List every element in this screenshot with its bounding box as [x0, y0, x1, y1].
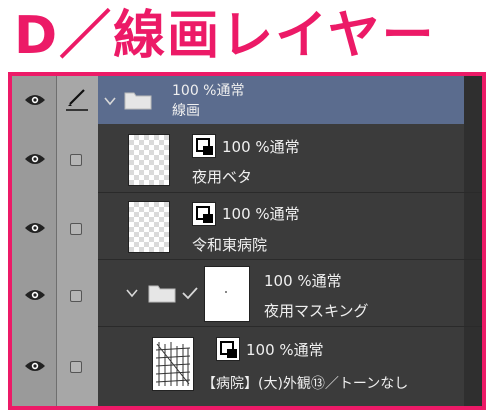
- lock-checkbox[interactable]: [70, 290, 82, 302]
- selected-row-highlight: [98, 76, 464, 124]
- layer-name: 夜用ベタ: [192, 168, 253, 186]
- layer-name: 夜用マスキング: [264, 302, 369, 320]
- lock-checkbox[interactable]: [70, 223, 82, 235]
- layer-panel: 100 %通常 線画 100 %通常 夜用ベタ 100 %通常 令和東病院 10…: [8, 72, 486, 410]
- raster-layer-icon: [216, 337, 240, 361]
- layer-mode: 100 %通常: [222, 205, 300, 223]
- mask-thumbnail: [204, 266, 250, 322]
- page-heading: D／線画レイヤー: [14, 6, 436, 66]
- lock-checkbox[interactable]: [70, 154, 82, 166]
- layer-mode: 100 %通常: [264, 272, 342, 290]
- raster-layer-icon: [192, 134, 216, 158]
- layer-mode: 100 %通常: [222, 138, 300, 156]
- chevron-down-icon[interactable]: [104, 96, 116, 106]
- pen-icon[interactable]: [64, 86, 90, 112]
- layer-row-reiwa[interactable]: 100 %通常 令和東病院: [12, 193, 464, 259]
- layer-thumbnail: [128, 134, 170, 186]
- layer-thumbnail: [128, 201, 170, 253]
- eye-icon[interactable]: [24, 288, 46, 302]
- building-sketch-thumbnail: [152, 337, 194, 391]
- layer-row-yoru-mask[interactable]: 100 %通常 夜用マスキング: [12, 260, 464, 326]
- folder-icon: [148, 285, 176, 303]
- layer-name: 令和東病院: [192, 236, 268, 254]
- layer-row-yoru-beta[interactable]: 100 %通常 夜用ベタ: [12, 124, 464, 192]
- layer-row-byoin[interactable]: 100 %通常 【病院】(大)外観⑬／トーンなし: [12, 327, 464, 406]
- eye-icon[interactable]: [24, 359, 46, 373]
- layer-mode: 100 %通常: [172, 83, 245, 99]
- layer-row-folder-lineart[interactable]: 100 %通常 線画: [12, 76, 464, 124]
- layer-name: 【病院】(大)外観⑬／トーンなし: [202, 376, 409, 392]
- chevron-down-icon[interactable]: [126, 288, 138, 298]
- raster-layer-icon: [192, 202, 216, 226]
- check-icon[interactable]: [182, 286, 198, 300]
- scrollbar[interactable]: [464, 76, 482, 406]
- eye-icon[interactable]: [24, 221, 46, 235]
- lock-checkbox[interactable]: [70, 361, 82, 373]
- layer-mode: 100 %通常: [246, 341, 324, 359]
- folder-icon: [124, 92, 152, 110]
- eye-icon[interactable]: [24, 152, 46, 166]
- layer-name: 線画: [172, 103, 200, 119]
- eye-icon[interactable]: [24, 93, 46, 107]
